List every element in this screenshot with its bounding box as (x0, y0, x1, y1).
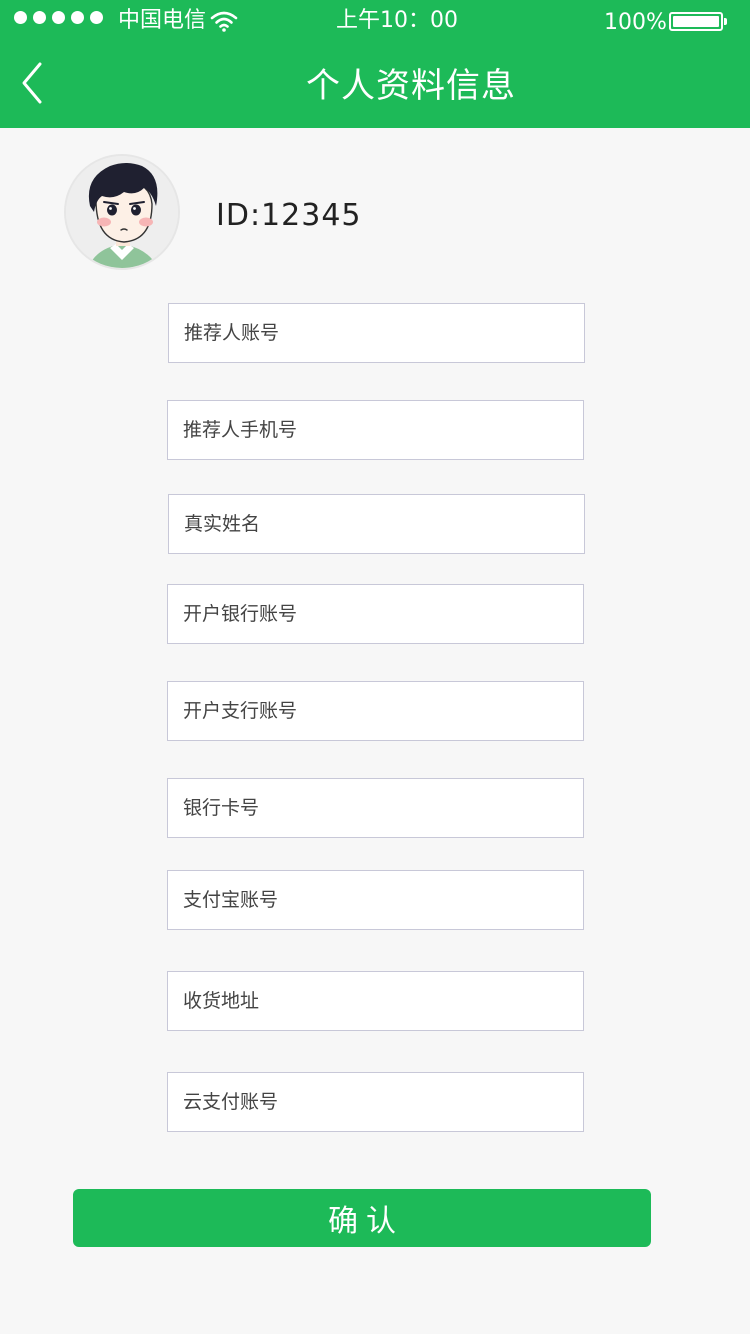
confirm-button[interactable]: 确认 (73, 1189, 651, 1247)
battery-percent: 100% (604, 10, 667, 35)
bank-account-input[interactable] (167, 584, 584, 644)
shipping-address-input[interactable] (167, 971, 584, 1031)
cartoon-avatar (66, 156, 178, 268)
page-title: 个人资料信息 (306, 66, 516, 106)
avatar[interactable] (64, 154, 180, 270)
branch-account-input[interactable] (167, 681, 584, 741)
battery-icon (669, 12, 723, 31)
battery-tip (724, 18, 727, 25)
referrer-account-input[interactable] (168, 303, 585, 363)
app-header: 中国电信 上午10：00 100% 个人资料信息 (0, 0, 750, 128)
referrer-phone-input[interactable] (167, 400, 584, 460)
battery-fill (673, 16, 719, 27)
bank-card-input[interactable] (167, 778, 584, 838)
alipay-account-input[interactable] (167, 870, 584, 930)
status-bar: 中国电信 上午10：00 100% (0, 0, 750, 44)
cloud-pay-account-input[interactable] (167, 1072, 584, 1132)
user-id: ID:12345 (216, 198, 362, 233)
real-name-input[interactable] (168, 494, 585, 554)
